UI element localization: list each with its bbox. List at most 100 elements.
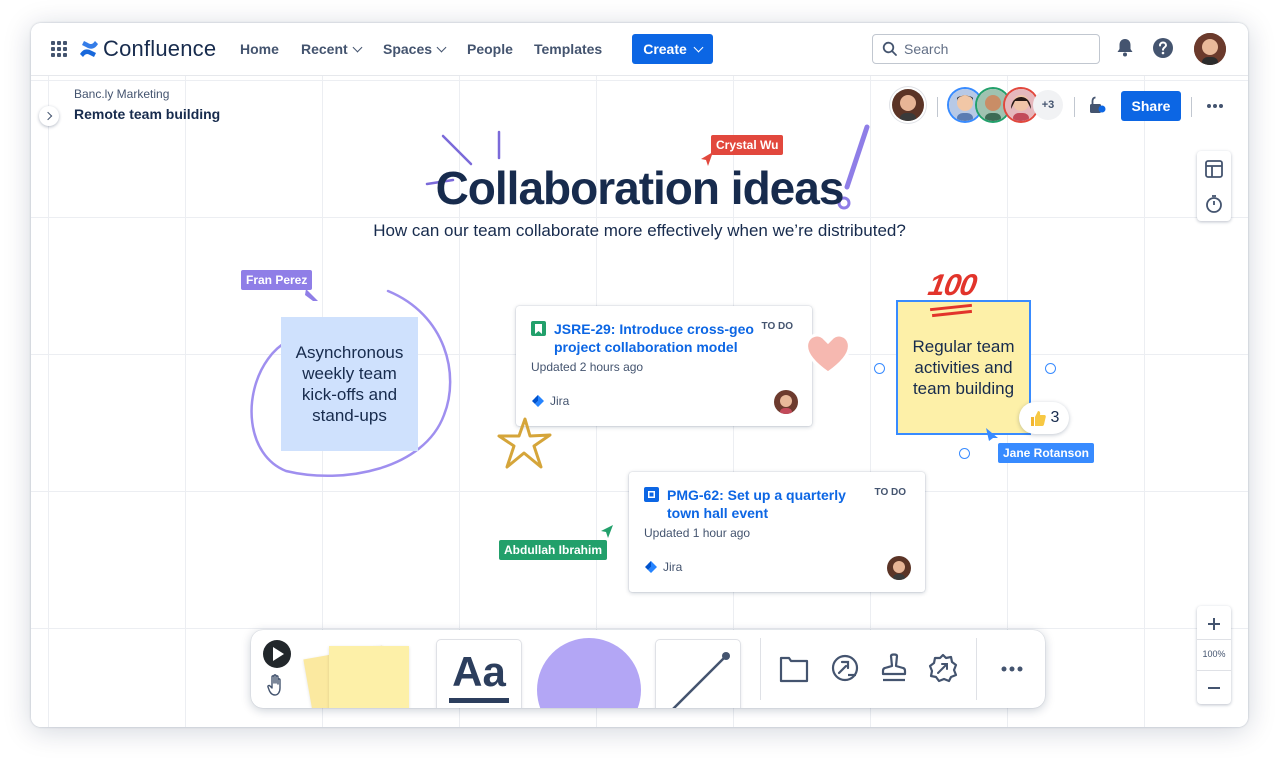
hundred-points-emoji[interactable]: 100 [922,269,982,319]
toolbar-divider [760,638,761,700]
jira-icon [532,395,544,407]
user-avatar[interactable] [1194,33,1226,65]
reaction-count: 3 [1050,409,1060,426]
card-title[interactable]: PMG-62: Set up a quarterly town hall eve… [667,486,867,522]
sticky-note-tool[interactable] [303,644,409,708]
reaction-chip[interactable]: 3 [1019,402,1069,434]
sticker-tool-icon[interactable] [928,653,958,683]
nav-recent[interactable]: Recent [301,41,363,57]
sidebar-expand-button[interactable] [39,106,59,126]
hundred-points-text: 100 [925,269,979,302]
cursor-pointer-icon [701,152,713,166]
card-title[interactable]: JSRE-29: Introduce cross-geo project col… [554,320,754,356]
text-tool[interactable]: Aa [437,640,521,708]
nav-people[interactable]: People [467,41,513,57]
help-icon[interactable] [1152,37,1174,59]
line-tool-icon [672,652,730,708]
chevron-down-icon [352,42,363,52]
nav-templates[interactable]: Templates [534,41,602,57]
sticky-note-blue[interactable]: Asynchronous weekly team kick-offs and s… [281,317,418,451]
more-options-icon[interactable] [1206,103,1224,109]
search-icon [882,41,897,56]
status-badge[interactable]: TO DO [875,487,906,498]
sticky-note-text: Regular team activities and team buildin… [912,336,1014,399]
share-button[interactable]: Share [1121,91,1181,121]
section-frame-tool-icon[interactable] [779,655,809,683]
card-updated-time: Updated 2 hours ago [531,360,644,374]
connector-handle[interactable] [959,448,970,459]
jira-card-pmg-62[interactable]: PMG-62: Set up a quarterly town hall eve… [629,472,925,592]
emoji-underline [931,309,973,318]
nav-templates-label: Templates [534,41,603,57]
sticky-note-text: Asynchronous weekly team kick-offs and s… [296,342,404,426]
avatar-icon [892,89,924,121]
task-icon [644,487,659,502]
zoom-controls: 100% [1197,606,1231,704]
cursor-label-abdullah: Abdullah Ibrahim [499,540,608,560]
chevron-down-icon [693,42,704,52]
avatar-icon [774,390,798,414]
connector-line-tool[interactable] [656,640,740,708]
chevron-right-icon [43,111,53,121]
app-switcher-icon[interactable] [51,41,67,57]
sticky-line: kick-offs and [301,385,398,404]
whiteboard-title: Collaboration ideas [435,162,845,214]
sticky-line: activities and [914,358,1013,377]
connector-handle[interactable] [874,363,885,374]
page-title: Remote team building [74,106,221,122]
owner-avatar[interactable] [892,89,924,121]
nav-spaces-label: Spaces [383,41,433,57]
nav-recent-label: Recent [301,41,348,57]
more-collaborators-badge[interactable]: +3 [1033,90,1063,120]
smart-link-tool-icon[interactable] [830,653,860,683]
avatar-icon [1194,33,1226,65]
search-input[interactable]: Search [872,34,1100,64]
assignee-avatar[interactable] [774,390,798,414]
zoom-divider [1197,670,1231,671]
sticky-line: stand-ups [312,406,387,425]
sticky-line: Regular team [912,337,1015,356]
create-button-label: Create [643,41,687,57]
more-tools-icon[interactable] [1001,666,1023,672]
assignee-avatar[interactable] [887,556,911,580]
creation-toolbar: Aa [251,630,1045,708]
cursor-pointer-icon [601,525,613,538]
confluence-logo-icon [80,41,98,57]
zoom-level[interactable]: 100% [1197,649,1231,659]
heart-sticker-icon[interactable] [803,329,853,377]
nav-people-label: People [467,41,513,57]
whiteboard-subtitle: How can our team collaborate more effect… [373,221,906,240]
sticky-tool-front [329,646,409,708]
card-source: Jira [644,560,682,574]
restrictions-lock-icon[interactable] [1088,96,1106,114]
confluence-logo[interactable]: Confluence [79,36,216,61]
select-tool-icon[interactable] [262,639,292,669]
sticky-line: weekly team [302,364,397,383]
zoom-out-icon[interactable] [1206,680,1222,696]
star-sticker-icon[interactable] [495,415,555,473]
cursor-pointer-icon [986,428,998,441]
search-placeholder: Search [904,41,949,57]
sticky-line: team building [912,379,1015,398]
avatar-icon [887,556,911,580]
notifications-bell-icon[interactable] [1116,38,1134,58]
breadcrumb-space[interactable]: Banc.ly Marketing [74,87,169,101]
card-updated-time: Updated 1 hour ago [644,526,751,540]
status-badge[interactable]: TO DO [762,321,793,332]
connector-handle[interactable] [1045,363,1056,374]
jira-card-jsre-29[interactable]: JSRE-29: Introduce cross-geo project col… [516,306,812,426]
stamp-tool-icon[interactable] [881,653,907,683]
sticky-note-yellow[interactable]: Regular team activities and team buildin… [898,302,1029,433]
divider [937,97,938,117]
hand-pan-tool-icon[interactable] [266,673,288,697]
sticky-line: Asynchronous [295,343,404,362]
card-source-label: Jira [663,560,683,574]
chevron-down-icon [436,42,447,52]
nav-home[interactable]: Home [240,41,279,57]
zoom-in-icon[interactable] [1206,616,1222,632]
create-button[interactable]: Create [632,34,713,64]
shape-tool-circle[interactable] [537,638,641,708]
nav-spaces[interactable]: Spaces [383,41,447,57]
thumbs-up-icon [1030,411,1046,426]
cursor-label-crystal: Crystal Wu [711,135,784,155]
